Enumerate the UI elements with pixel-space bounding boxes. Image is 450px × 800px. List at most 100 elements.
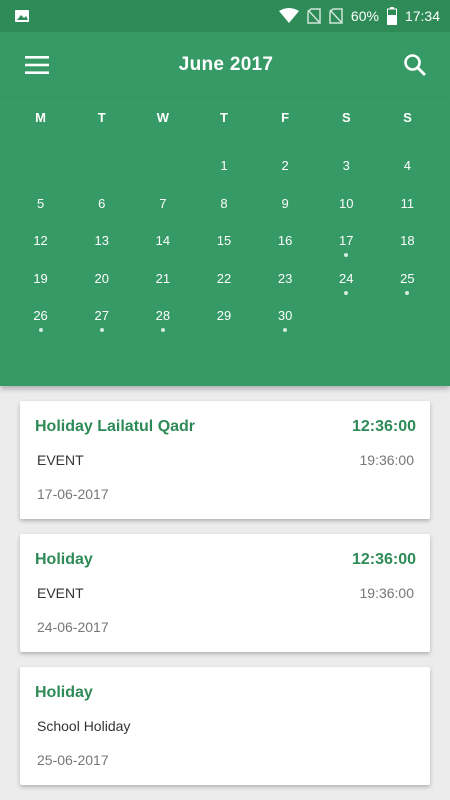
day-number: 16 bbox=[277, 233, 293, 248]
day-cell[interactable]: 24 bbox=[316, 261, 377, 299]
day-number: 23 bbox=[277, 270, 293, 286]
event-indicator-dot bbox=[344, 290, 349, 295]
image-icon bbox=[14, 8, 30, 24]
no-sim-icon bbox=[329, 8, 343, 24]
day-cell[interactable]: 30 bbox=[255, 298, 316, 336]
day-cell[interactable]: 25 bbox=[377, 261, 438, 299]
day-cell-empty bbox=[132, 148, 193, 186]
day-number: 21 bbox=[155, 270, 171, 286]
day-number: 8 bbox=[220, 195, 228, 211]
day-number: 17 bbox=[339, 233, 354, 248]
event-card[interactable]: Holiday School Holiday 25-06-2017 bbox=[20, 667, 430, 785]
event-title: Holiday bbox=[35, 684, 93, 701]
day-number: 1 bbox=[220, 158, 228, 173]
day-number: 30 bbox=[277, 308, 293, 323]
day-number: 9 bbox=[281, 195, 289, 211]
search-icon[interactable] bbox=[400, 50, 430, 80]
event-indicator-dot bbox=[405, 290, 410, 295]
event-card[interactable]: Holiday Lailatul Qadr 12:36:00 EVENT 19:… bbox=[20, 401, 430, 519]
weekday-label: M bbox=[35, 110, 46, 125]
day-number: 28 bbox=[155, 308, 171, 323]
day-number: 18 bbox=[400, 233, 415, 248]
day-number: 12 bbox=[33, 233, 48, 248]
day-cell[interactable]: 26 bbox=[10, 298, 71, 336]
event-start-time: 12:36:00 bbox=[351, 418, 416, 435]
day-number: 7 bbox=[159, 195, 167, 211]
day-number: 19 bbox=[33, 270, 48, 286]
calendar-month-view: M T W T F S S 1 2 3 4 5 6 7 8 9 10 11 12 13 14 15 16 17 1… bbox=[0, 98, 450, 386]
day-number: 15 bbox=[216, 233, 232, 248]
event-type: EVENT bbox=[37, 452, 84, 468]
day-number: 3 bbox=[342, 158, 350, 173]
day-cell[interactable]: 6 bbox=[71, 186, 132, 224]
day-cell[interactable]: 22 bbox=[193, 261, 254, 299]
event-date: 24-06-2017 bbox=[37, 619, 109, 635]
event-type: EVENT bbox=[37, 585, 84, 601]
day-cell[interactable]: 8 bbox=[193, 186, 254, 224]
weekday-label: F bbox=[281, 110, 290, 125]
day-cell[interactable]: 28 bbox=[132, 298, 193, 336]
day-cell[interactable]: 10 bbox=[316, 186, 377, 224]
day-cell[interactable]: 11 bbox=[377, 186, 438, 224]
page-title: June 2017 bbox=[178, 54, 274, 75]
status-bar: 60% 17:34 bbox=[0, 0, 450, 32]
day-number: 11 bbox=[400, 195, 415, 211]
day-number: 25 bbox=[400, 270, 415, 286]
event-end-time: 19:36:00 bbox=[359, 452, 415, 468]
day-cell[interactable]: 7 bbox=[132, 186, 193, 224]
day-number: 14 bbox=[155, 233, 171, 248]
clock: 17:34 bbox=[404, 8, 440, 24]
day-cell-empty bbox=[71, 148, 132, 186]
day-number: 24 bbox=[339, 270, 354, 286]
event-indicator-dot bbox=[344, 253, 349, 257]
event-date: 17-06-2017 bbox=[37, 486, 109, 502]
day-number: 13 bbox=[94, 233, 109, 248]
day-number: 6 bbox=[98, 195, 106, 211]
app-bar: June 2017 bbox=[0, 32, 450, 98]
day-number: 26 bbox=[33, 308, 48, 323]
day-cell[interactable]: 17 bbox=[316, 223, 377, 261]
day-cell[interactable]: 27 bbox=[71, 298, 132, 336]
day-cell[interactable]: 23 bbox=[255, 261, 316, 299]
weekday-label: S bbox=[403, 110, 412, 125]
event-title: Holiday Lailatul Qadr bbox=[35, 418, 196, 435]
menu-icon[interactable] bbox=[22, 50, 52, 80]
battery-percent: 60% bbox=[350, 8, 379, 24]
event-type: School Holiday bbox=[37, 718, 131, 734]
day-number: 29 bbox=[216, 308, 232, 323]
days-grid: 1 2 3 4 5 6 7 8 9 10 11 12 13 14 15 16 17 18 19 20 21 22 23 24 2… bbox=[10, 148, 438, 336]
day-cell[interactable]: 16 bbox=[255, 223, 316, 261]
day-cell[interactable]: 5 bbox=[10, 186, 71, 224]
weekday-label: T bbox=[220, 110, 228, 125]
event-indicator-dot bbox=[160, 328, 165, 332]
day-number: 2 bbox=[281, 158, 289, 173]
day-number: 22 bbox=[216, 270, 232, 286]
battery-icon bbox=[386, 7, 397, 25]
event-date: 25-06-2017 bbox=[37, 752, 109, 768]
event-indicator-dot bbox=[99, 328, 104, 332]
day-cell[interactable]: 12 bbox=[10, 223, 71, 261]
day-number: 20 bbox=[94, 270, 109, 286]
wifi-icon bbox=[278, 8, 299, 24]
day-cell[interactable]: 21 bbox=[132, 261, 193, 299]
day-cell[interactable]: 20 bbox=[71, 261, 132, 299]
day-cell[interactable]: 19 bbox=[10, 261, 71, 299]
event-list: Holiday Lailatul Qadr 12:36:00 EVENT 19:… bbox=[20, 401, 430, 800]
day-cell[interactable]: 3 bbox=[316, 148, 377, 186]
day-cell[interactable]: 4 bbox=[377, 148, 438, 186]
day-number: 4 bbox=[403, 158, 412, 173]
day-cell[interactable]: 18 bbox=[377, 223, 438, 261]
event-title: Holiday bbox=[35, 551, 93, 568]
weekday-label: S bbox=[341, 110, 351, 125]
day-cell[interactable]: 13 bbox=[71, 223, 132, 261]
day-number: 27 bbox=[94, 308, 109, 323]
day-cell[interactable]: 15 bbox=[193, 223, 254, 261]
event-end-time: 19:36:00 bbox=[359, 585, 415, 601]
day-cell[interactable]: 29 bbox=[193, 298, 254, 336]
day-cell[interactable]: 9 bbox=[255, 186, 316, 224]
day-cell[interactable]: 2 bbox=[255, 148, 316, 186]
day-cell[interactable]: 14 bbox=[132, 223, 193, 261]
event-card[interactable]: Holiday 12:36:00 EVENT 19:36:00 24-06-20… bbox=[20, 534, 430, 652]
day-cell[interactable]: 1 bbox=[193, 148, 254, 186]
no-sim-icon bbox=[307, 8, 321, 24]
